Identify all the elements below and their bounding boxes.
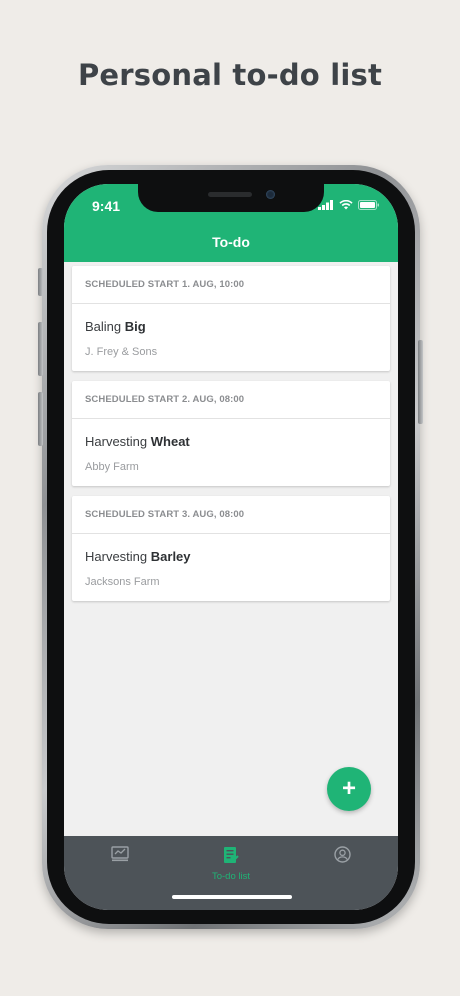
task-title: Harvesting Barley	[85, 549, 191, 564]
front-camera-icon	[266, 190, 275, 199]
app-bar: 9:41 To-do	[64, 184, 398, 262]
task-activity: Baling	[85, 319, 122, 334]
phone-mute-switch	[38, 268, 43, 296]
device-notch	[138, 184, 324, 212]
phone-volume-up-button	[38, 322, 43, 376]
profile-icon	[333, 846, 351, 863]
phone-volume-down-button	[38, 392, 43, 446]
todo-list-icon	[224, 847, 239, 863]
signal-icon	[318, 200, 333, 210]
wifi-icon	[339, 200, 353, 210]
task-title: Harvesting Wheat	[85, 434, 190, 449]
status-time: 9:41	[92, 198, 121, 214]
task-activity: Harvesting	[85, 434, 148, 449]
app-screen: 9:41 To-do SCHEDULED START 1. AUG, 10:00…	[64, 184, 398, 910]
task-scheduled-start: SCHEDULED START 3. AUG, 08:00	[72, 496, 390, 534]
task-crop: Barley	[150, 549, 191, 564]
task-card[interactable]: SCHEDULED START 3. AUG, 08:00 Harvesting…	[72, 496, 390, 601]
task-crop: Wheat	[150, 434, 190, 449]
task-crop: Big	[124, 319, 146, 334]
page-headline: Personal to-do list	[77, 58, 383, 92]
phone-power-button	[418, 340, 423, 424]
dashboard-icon	[111, 846, 129, 862]
tab-todo-list[interactable]: To-do list	[181, 846, 281, 882]
task-farm: J. Frey & Sons	[85, 346, 158, 358]
tab-bar: To-do list	[64, 836, 398, 910]
tab-dashboard[interactable]	[70, 846, 170, 869]
task-activity: Harvesting	[85, 549, 148, 564]
task-list: SCHEDULED START 1. AUG, 10:00 Baling Big…	[72, 266, 390, 611]
task-farm: Jacksons Farm	[85, 576, 160, 588]
tab-label: To-do list	[211, 871, 250, 882]
home-indicator[interactable]	[172, 895, 292, 899]
task-card[interactable]: SCHEDULED START 1. AUG, 10:00 Baling Big…	[72, 266, 390, 371]
task-title: Baling Big	[85, 319, 146, 334]
task-card[interactable]: SCHEDULED START 2. AUG, 08:00 Harvesting…	[72, 381, 390, 486]
battery-icon	[358, 200, 379, 210]
task-farm: Abby Farm	[85, 461, 139, 473]
tab-profile[interactable]	[292, 846, 392, 870]
status-icons	[318, 200, 380, 210]
add-task-button[interactable]: +	[327, 767, 371, 811]
app-bar-title: To-do	[212, 234, 250, 250]
task-scheduled-start: SCHEDULED START 1. AUG, 10:00	[72, 266, 390, 304]
task-scheduled-start: SCHEDULED START 2. AUG, 08:00	[72, 381, 390, 419]
